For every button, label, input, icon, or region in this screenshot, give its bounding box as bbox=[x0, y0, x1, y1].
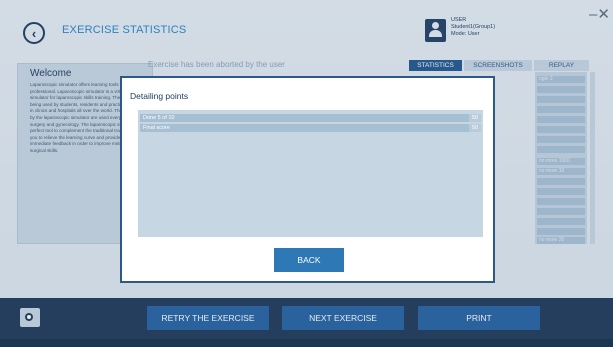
detailing-points-dialog: Detailing points Done 5 of 10 50 Final s… bbox=[120, 76, 495, 283]
dialog-title: Detailing points bbox=[130, 91, 189, 101]
app-window: ‹ EXERCISE STATISTICS USER Student1(Grou… bbox=[0, 0, 613, 347]
points-row-value: 50 bbox=[469, 114, 481, 122]
points-row-label: Final score bbox=[143, 125, 170, 131]
back-button[interactable]: BACK bbox=[274, 248, 344, 272]
points-row: Done 5 of 10 50 bbox=[140, 114, 481, 122]
points-row-label: Done 5 of 10 bbox=[143, 115, 175, 121]
points-row: Final score 50 bbox=[140, 124, 481, 132]
points-list: Done 5 of 10 50 Final score 50 bbox=[138, 110, 483, 237]
points-row-value: 50 bbox=[469, 124, 481, 132]
